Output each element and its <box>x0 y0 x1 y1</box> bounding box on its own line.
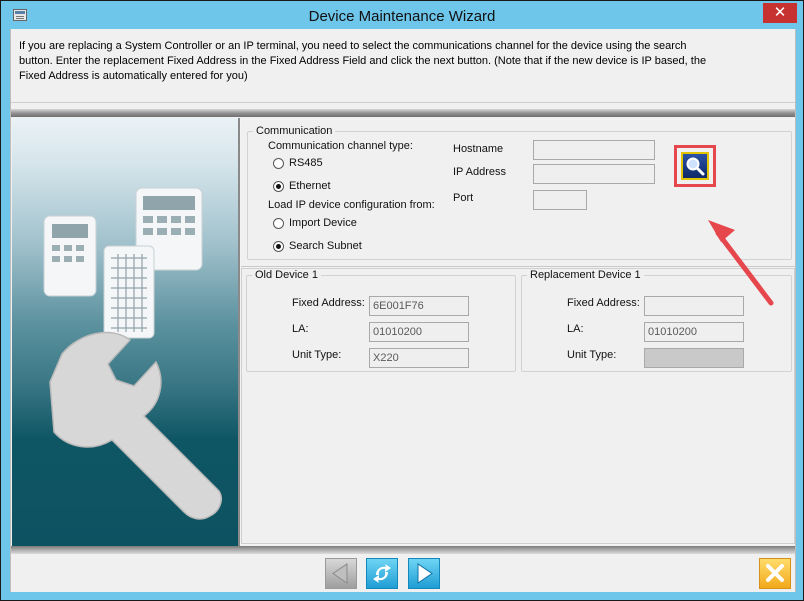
replacement-fixed-address-input[interactable] <box>644 296 744 316</box>
old-device-group: Old Device 1 Fixed Address: 6E001F76 LA:… <box>246 269 516 372</box>
wizard-footer <box>11 554 795 592</box>
search-button[interactable] <box>681 152 709 180</box>
replacement-la-label: LA: <box>567 323 584 335</box>
back-button[interactable] <box>325 558 357 589</box>
communication-panel: Communication Communication channel type… <box>241 120 795 267</box>
radio-import-device-label[interactable]: Import Device <box>289 217 357 229</box>
wizard-illustration <box>12 118 238 546</box>
radio-rs485-label[interactable]: RS485 <box>289 157 323 169</box>
ip-address-input[interactable] <box>533 164 655 184</box>
refresh-icon <box>373 564 391 583</box>
replacement-la-field: 01010200 <box>644 322 744 342</box>
footer-band <box>11 546 795 554</box>
back-arrow-icon <box>332 563 348 584</box>
replacement-unit-type-field <box>644 348 744 368</box>
channel-type-label: Communication channel type: <box>268 140 413 152</box>
header-band <box>11 109 795 117</box>
instructions-line: Fixed Address is automatically entered f… <box>19 70 248 82</box>
title-bar[interactable]: Device Maintenance Wizard ✕ <box>2 2 802 29</box>
instructions-text: If you are replacing a System Controller… <box>19 39 779 84</box>
radio-import-device[interactable] <box>273 218 284 229</box>
header-divider <box>11 102 795 103</box>
devices-wrench-illustration <box>43 187 223 520</box>
next-arrow-icon <box>417 563 433 584</box>
refresh-button[interactable] <box>366 558 398 589</box>
old-la-field: 01010200 <box>369 322 469 342</box>
wizard-content: Communication Communication channel type… <box>238 118 795 546</box>
instructions-line: If you are replacing a System Controller… <box>19 40 687 52</box>
hostname-label: Hostname <box>453 143 504 155</box>
radio-search-subnet[interactable] <box>273 241 284 252</box>
port-input[interactable] <box>533 190 587 210</box>
replacement-device-group: Replacement Device 1 Fixed Address: LA: … <box>521 269 792 372</box>
window-title: Device Maintenance Wizard <box>308 8 496 25</box>
radio-ethernet[interactable] <box>273 181 284 192</box>
old-la-label: LA: <box>292 323 309 335</box>
devices-panel: Old Device 1 Fixed Address: 6E001F76 LA:… <box>241 268 795 544</box>
communication-group: Communication Communication channel type… <box>247 125 792 260</box>
instructions-line: button. Enter the replacement Fixed Addr… <box>19 55 707 67</box>
replacement-device-legend: Replacement Device 1 <box>527 269 644 281</box>
old-unit-type-label: Unit Type: <box>292 349 342 361</box>
keypad-device-icon <box>43 215 97 297</box>
cancel-icon <box>766 564 784 582</box>
wizard-client-area: If you are replacing a System Controller… <box>10 29 796 592</box>
radio-ethernet-label[interactable]: Ethernet <box>289 180 331 192</box>
port-label: Port <box>453 192 474 204</box>
wrench-icon <box>49 331 223 520</box>
communication-legend: Communication <box>253 125 336 137</box>
old-fixed-address-field: 6E001F76 <box>369 296 469 316</box>
old-unit-type-field: X220 <box>369 348 469 368</box>
grid-terminal-icon <box>103 245 155 339</box>
replacement-fixed-address-label: Fixed Address: <box>567 297 640 309</box>
old-device-legend: Old Device 1 <box>252 269 321 281</box>
close-button[interactable]: ✕ <box>763 3 797 23</box>
replacement-unit-type-label: Unit Type: <box>567 349 617 361</box>
close-icon: ✕ <box>773 4 787 21</box>
radio-search-subnet-label[interactable]: Search Subnet <box>289 240 362 252</box>
hostname-input[interactable] <box>533 140 655 160</box>
search-icon <box>686 157 705 176</box>
cancel-button[interactable] <box>759 558 791 589</box>
wizard-window: Device Maintenance Wizard ✕ If you are r… <box>0 0 804 601</box>
load-config-label: Load IP device configuration from: <box>268 199 435 211</box>
old-fixed-address-label: Fixed Address: <box>292 297 365 309</box>
ip-address-label: IP Address <box>453 166 506 178</box>
next-button[interactable] <box>408 558 440 589</box>
radio-rs485[interactable] <box>273 158 284 169</box>
